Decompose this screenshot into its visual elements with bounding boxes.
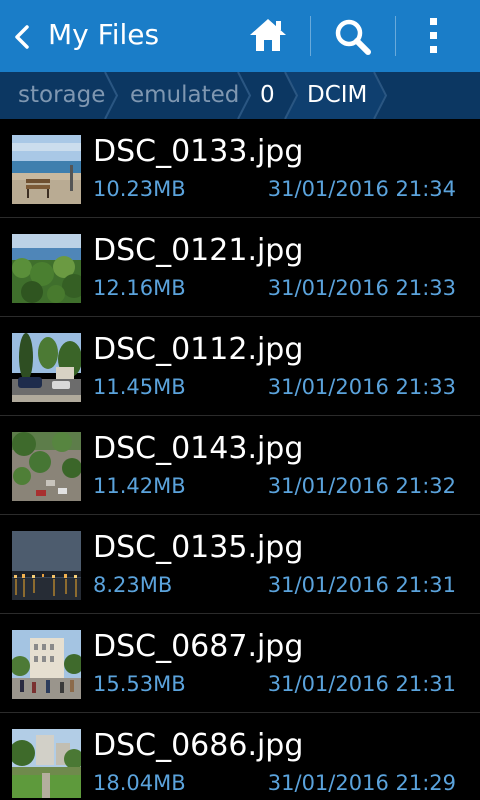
file-row[interactable]: DSC_0687.jpg 15.53MB 31/01/2016 21:31 bbox=[0, 614, 480, 713]
file-size: 15.53MB bbox=[93, 672, 186, 696]
file-name: DSC_0121.jpg bbox=[93, 233, 304, 268]
breadcrumb-item-storage[interactable]: storage bbox=[18, 72, 105, 119]
file-size: 8.23MB bbox=[93, 573, 173, 597]
breadcrumb: storage emulated 0 DCIM bbox=[0, 72, 480, 119]
file-date: 31/01/2016 21:29 bbox=[267, 771, 456, 795]
search-button[interactable] bbox=[320, 0, 388, 72]
more-options-button[interactable] bbox=[402, 0, 474, 72]
file-row[interactable]: DSC_0112.jpg 11.45MB 31/01/2016 21:33 bbox=[0, 317, 480, 416]
file-row[interactable]: DSC_0133.jpg 10.23MB 31/01/2016 21:34 bbox=[0, 119, 480, 218]
file-name: DSC_0687.jpg bbox=[93, 629, 304, 664]
image-thumbnail bbox=[12, 135, 81, 204]
app-title: My Files bbox=[48, 18, 160, 51]
my-files-app: My Files storage emulated 0 DCIM DSC_013… bbox=[0, 0, 480, 800]
action-bar: My Files bbox=[0, 0, 480, 72]
file-date: 31/01/2016 21:31 bbox=[267, 672, 456, 696]
file-name: DSC_0143.jpg bbox=[93, 431, 304, 466]
back-arrow-icon bbox=[15, 25, 29, 49]
image-thumbnail bbox=[12, 432, 81, 501]
file-name: DSC_0112.jpg bbox=[93, 332, 304, 367]
file-name: DSC_0686.jpg bbox=[93, 728, 304, 763]
breadcrumb-item-0[interactable]: 0 bbox=[260, 72, 275, 119]
file-date: 31/01/2016 21:33 bbox=[267, 375, 456, 399]
file-row[interactable]: DSC_0143.jpg 11.42MB 31/01/2016 21:32 bbox=[0, 416, 480, 515]
file-name: DSC_0133.jpg bbox=[93, 134, 304, 169]
breadcrumb-item-dcim[interactable]: DCIM bbox=[307, 72, 367, 119]
home-icon bbox=[250, 19, 286, 51]
action-divider bbox=[310, 16, 311, 56]
image-thumbnail bbox=[12, 729, 81, 798]
breadcrumb-separator-icon bbox=[284, 72, 299, 119]
file-row[interactable]: DSC_0686.jpg 18.04MB 31/01/2016 21:29 bbox=[0, 713, 480, 800]
file-name: DSC_0135.jpg bbox=[93, 530, 304, 565]
image-thumbnail bbox=[12, 531, 81, 600]
file-row[interactable]: DSC_0121.jpg 12.16MB 31/01/2016 21:33 bbox=[0, 218, 480, 317]
file-date: 31/01/2016 21:31 bbox=[267, 573, 456, 597]
breadcrumb-separator-icon bbox=[373, 72, 388, 119]
file-size: 10.23MB bbox=[93, 177, 186, 201]
file-date: 31/01/2016 21:32 bbox=[267, 474, 456, 498]
file-size: 11.45MB bbox=[93, 375, 186, 399]
file-date: 31/01/2016 21:34 bbox=[267, 177, 456, 201]
image-thumbnail bbox=[12, 630, 81, 699]
action-divider bbox=[395, 16, 396, 56]
home-button[interactable] bbox=[240, 0, 308, 72]
file-date: 31/01/2016 21:33 bbox=[267, 276, 456, 300]
file-size: 12.16MB bbox=[93, 276, 186, 300]
search-icon bbox=[335, 19, 371, 55]
breadcrumb-separator-icon bbox=[104, 72, 119, 119]
breadcrumb-item-emulated[interactable]: emulated bbox=[130, 72, 239, 119]
breadcrumb-separator-icon bbox=[237, 72, 252, 119]
image-thumbnail bbox=[12, 234, 81, 303]
file-size: 18.04MB bbox=[93, 771, 186, 795]
back-button[interactable]: My Files bbox=[0, 0, 240, 72]
more-vertical-icon bbox=[430, 18, 437, 53]
image-thumbnail bbox=[12, 333, 81, 402]
file-size: 11.42MB bbox=[93, 474, 186, 498]
file-row[interactable]: DSC_0135.jpg 8.23MB 31/01/2016 21:31 bbox=[0, 515, 480, 614]
